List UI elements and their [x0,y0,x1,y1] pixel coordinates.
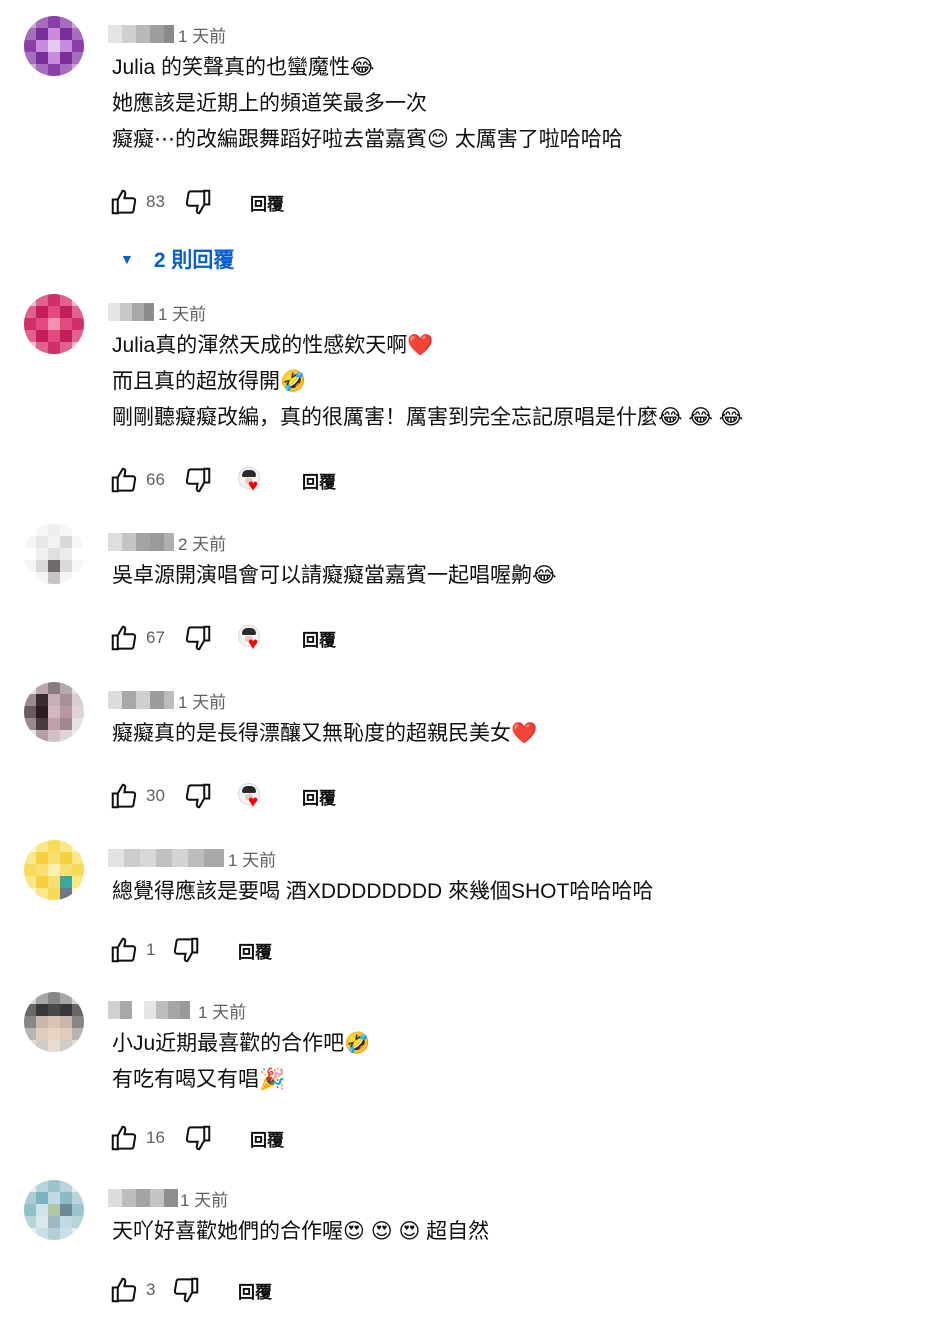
thumbs-down-icon[interactable] [182,780,214,812]
like-count: 16 [146,1128,165,1147]
comment-toolbar: 66 ♥ 回覆 [108,460,336,500]
comment-line: 天吖好喜歡她們的合作喔😍 😍 😍 超自然 [112,1220,490,1243]
comment-time[interactable]: 1 天前 [198,998,246,1023]
caret-down-icon: ▼ [120,251,134,267]
thumbs-down-icon[interactable] [170,934,202,966]
avatar[interactable] [24,294,84,354]
view-replies-button[interactable]: ▼ 2 則回覆 [112,244,234,274]
comment-line: Julia 的笑聲真的也蠻魔性😂 [112,56,375,79]
comment-line: Julia真的渾然天成的性感欸天啊❤️ [112,334,434,357]
reply-button[interactable]: 回覆 [302,626,336,651]
avatar[interactable] [24,992,84,1052]
comment-header: 1 天前 [108,300,206,324]
comment-time[interactable]: 1 天前 [228,846,276,871]
author-name-blurred[interactable] [108,849,224,867]
comment-time[interactable]: 1 天前 [178,688,226,713]
comment-text: 癡癡真的是長得漂釀又無恥度的超親民美女❤️ [112,716,537,752]
author-name-blurred[interactable] [108,1001,190,1019]
comment-line: 有吃有喝又有唱🎉 [112,1068,286,1091]
comment-line: 小Ju近期最喜歡的合作吧🤣 [112,1032,371,1055]
comment-line: 癡癡真的是長得漂釀又無恥度的超親民美女❤️ [112,722,538,745]
like-count: 66 [146,470,165,489]
creator-heart-icon: ♥ [236,781,266,811]
comment-toolbar: 16 回覆 [108,1118,284,1158]
comment-header: 1 天前 [108,22,226,46]
thumbs-up-icon[interactable] [108,464,140,496]
comment-line: 癡癡⋯的改編跟舞蹈好啦去當嘉賓😊 太厲害了啦哈哈哈 [112,128,623,151]
replies-count-label: 2 則回覆 [153,249,235,272]
avatar[interactable] [24,840,84,900]
comment-line: 剛剛聽癡癡改編，真的很厲害！厲害到完全忘記原唱是什麼😂 😂 😂 [112,406,744,429]
thumbs-up-icon[interactable] [108,622,140,654]
comment-line: 而且真的超放得開🤣 [112,370,307,393]
author-name-blurred[interactable] [108,533,174,551]
avatar[interactable] [24,524,84,584]
comment-time[interactable]: 1 天前 [180,1186,228,1211]
comment-header: 1 天前 [108,688,226,712]
comment-header: 1 天前 [108,1186,228,1210]
thumbs-down-icon[interactable] [170,1274,202,1306]
comment-time[interactable]: 2 天前 [178,530,226,555]
reply-button[interactable]: 回覆 [250,1126,284,1151]
thumbs-up-icon[interactable] [108,934,140,966]
comment-time[interactable]: 1 天前 [158,300,206,325]
comment-header: 1 天前 [108,846,276,870]
author-name-blurred[interactable] [108,1189,178,1207]
like-count: 67 [146,628,165,647]
thumbs-down-icon[interactable] [182,464,214,496]
author-name-blurred[interactable] [108,25,174,43]
reply-button[interactable]: 回覆 [302,784,336,809]
like-count: 1 [146,940,156,959]
heart-icon: ♥ [248,476,259,495]
comment-header: 2 天前 [108,530,226,554]
comment-line: 她應該是近期上的頻道笑最多一次 [112,92,427,115]
comment-line: 吳卓源開演唱會可以請癡癡當嘉賓一起唱喔齁😂 [112,564,557,587]
reply-button[interactable]: 回覆 [250,190,284,215]
like-count: 30 [146,786,165,805]
comment-toolbar: 83 回覆 [108,182,284,222]
comment-text: Julia真的渾然天成的性感欸天啊❤️ 而且真的超放得開🤣 剛剛聽癡癡改編，真的… [112,328,743,436]
thumbs-up-icon[interactable] [108,1274,140,1306]
thumbs-up-icon[interactable] [108,780,140,812]
avatar[interactable] [24,682,84,742]
like-count: 3 [146,1280,156,1299]
avatar[interactable] [24,1180,84,1240]
author-name-blurred[interactable] [108,303,154,321]
reply-button[interactable]: 回覆 [238,938,272,963]
like-count: 83 [146,192,165,211]
comment-time[interactable]: 1 天前 [178,22,226,47]
comment-text: 吳卓源開演唱會可以請癡癡當嘉賓一起唱喔齁😂 [112,558,557,594]
comment-toolbar: 30 ♥ 回覆 [108,776,336,816]
comment-text: 天吖好喜歡她們的合作喔😍 😍 😍 超自然 [112,1214,489,1250]
thumbs-up-icon[interactable] [108,186,140,218]
author-name-blurred[interactable] [108,691,174,709]
thumbs-down-icon[interactable] [182,1122,214,1154]
comment-header: 1 天前 [108,998,246,1022]
comment-toolbar: 1 回覆 [108,930,272,970]
avatar[interactable] [24,16,84,76]
creator-heart-icon: ♥ [236,623,266,653]
thumbs-up-icon[interactable] [108,1122,140,1154]
comment-toolbar: 67 ♥ 回覆 [108,618,336,658]
heart-icon: ♥ [248,634,259,653]
thumbs-down-icon[interactable] [182,186,214,218]
comment-line: 總覺得應該是要喝 酒XDDDDDDDD 來幾個SHOT哈哈哈哈 [112,880,654,903]
creator-heart-icon: ♥ [236,465,266,495]
reply-button[interactable]: 回覆 [302,468,336,493]
reply-button[interactable]: 回覆 [238,1278,272,1303]
comment-text: 總覺得應該是要喝 酒XDDDDDDDD 來幾個SHOT哈哈哈哈 [112,874,653,910]
comment-text: Julia 的笑聲真的也蠻魔性😂 她應該是近期上的頻道笑最多一次 癡癡⋯的改編跟… [112,50,623,158]
comment-toolbar: 3 回覆 [108,1270,272,1310]
heart-icon: ♥ [248,792,259,811]
thumbs-down-icon[interactable] [182,622,214,654]
comment-text: 小Ju近期最喜歡的合作吧🤣 有吃有喝又有唱🎉 [112,1026,370,1098]
